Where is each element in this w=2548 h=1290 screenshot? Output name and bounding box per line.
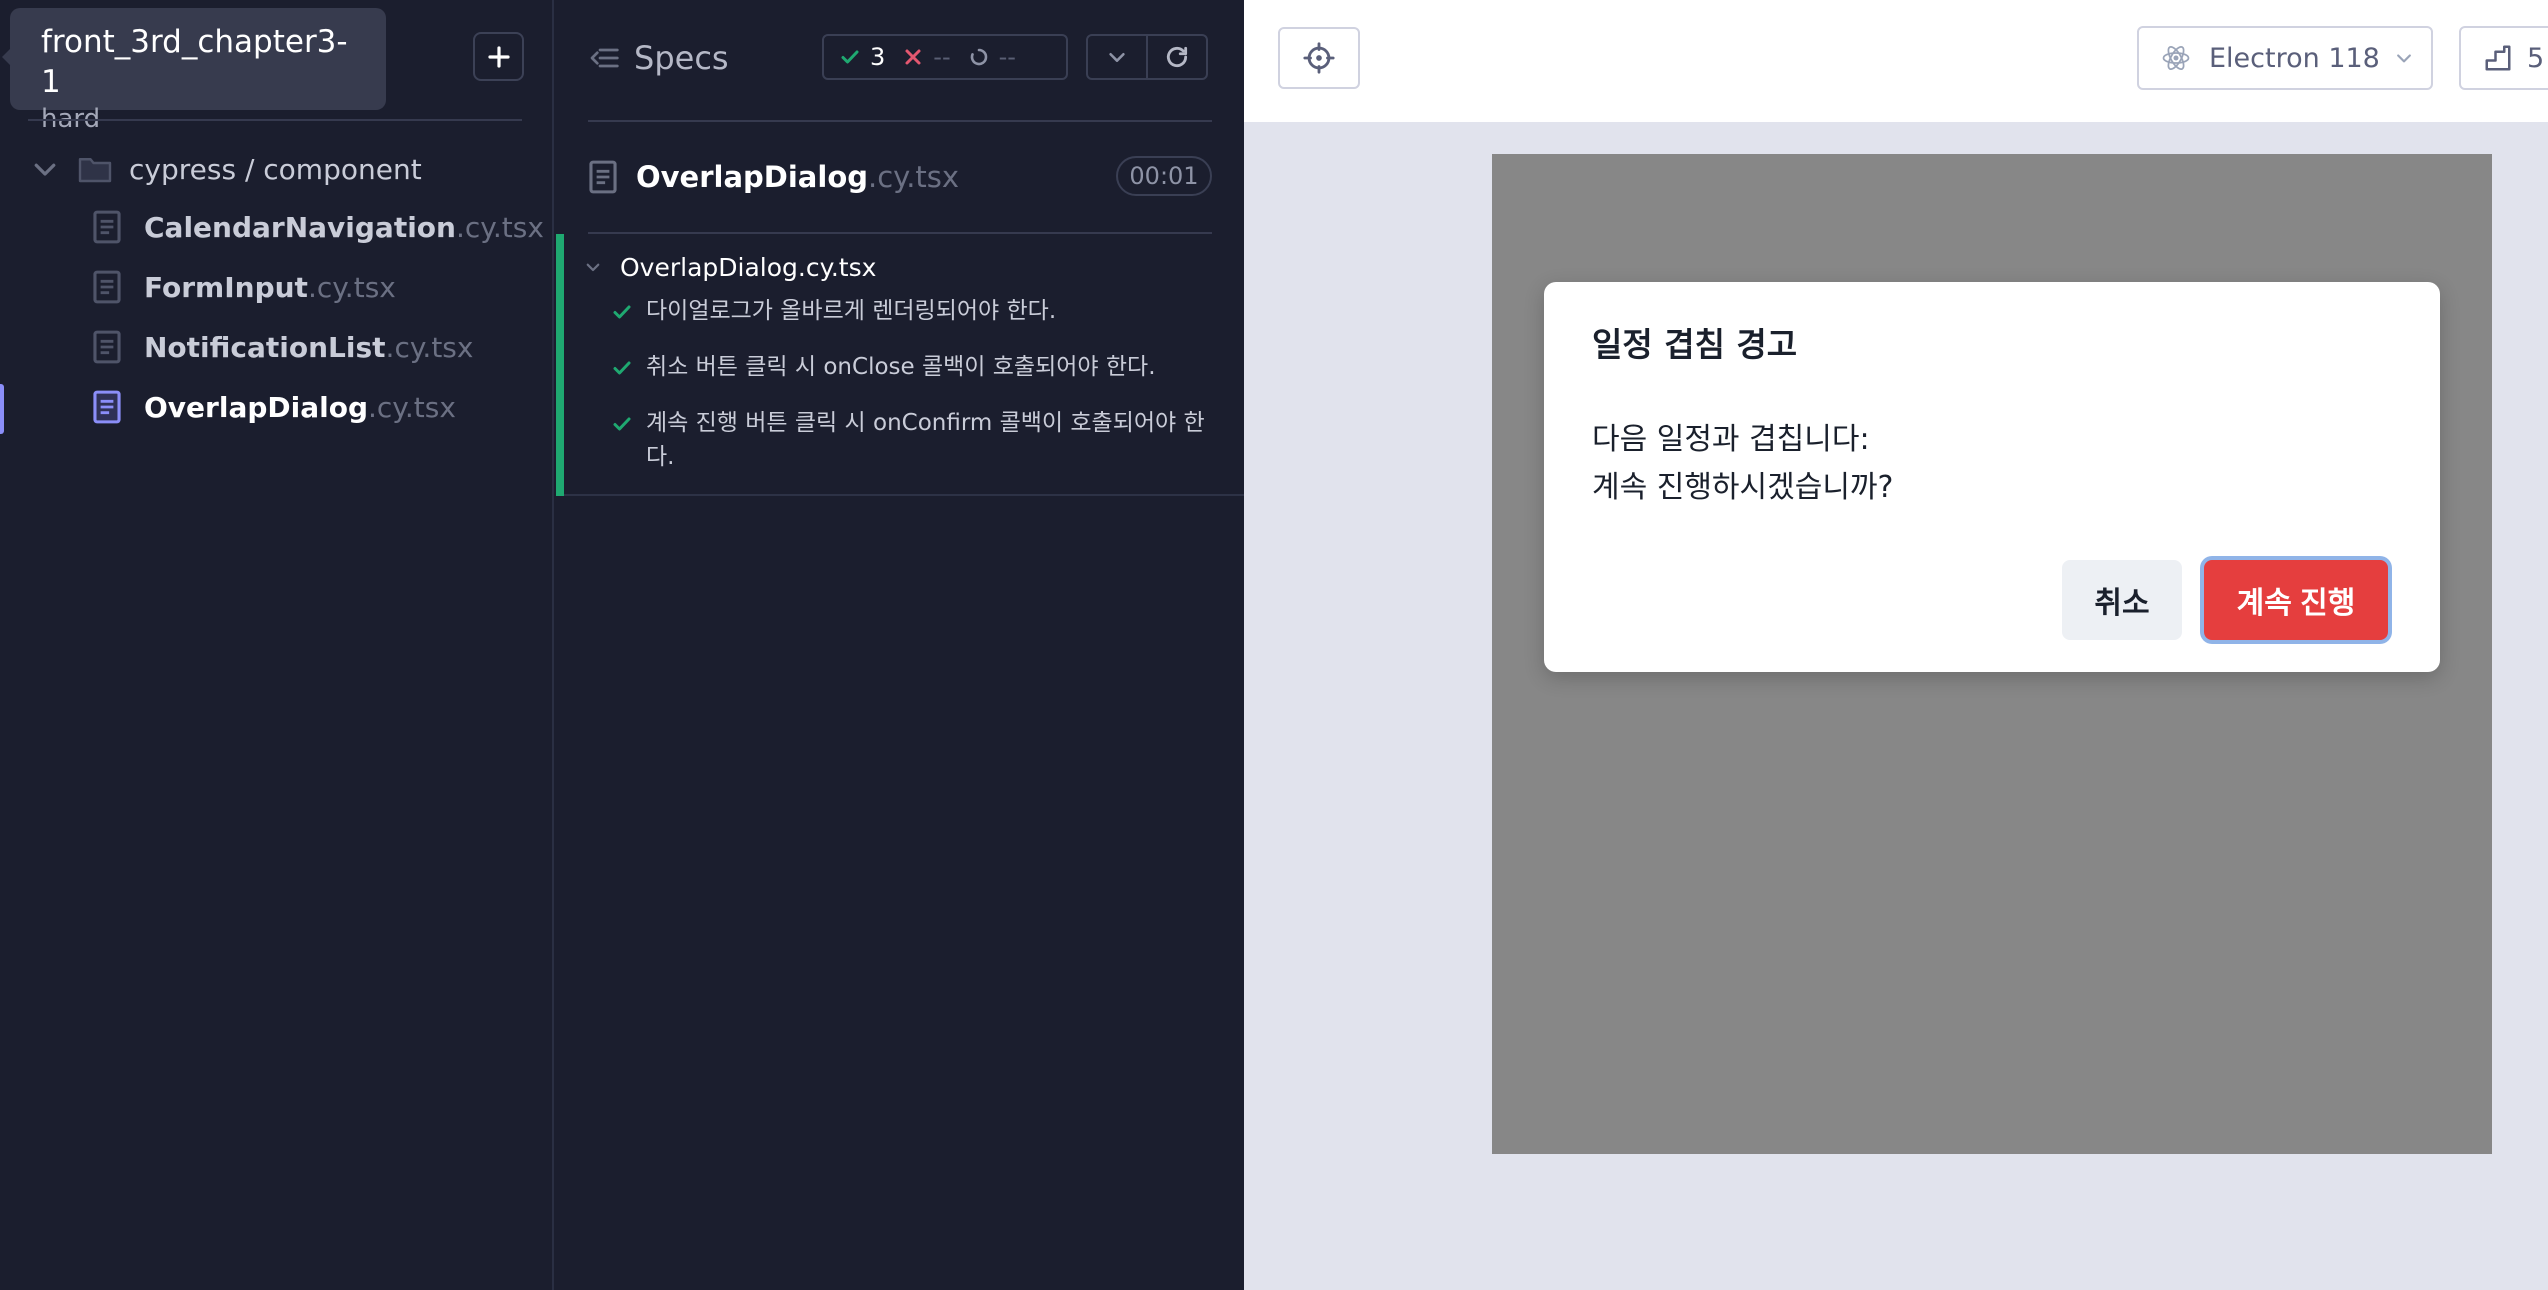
- reporter-title: Specs: [634, 39, 729, 77]
- ruler-icon: [2485, 45, 2511, 71]
- stat-failed: --: [903, 43, 951, 71]
- suite-title-row[interactable]: OverlapDialog.cy.tsx: [584, 248, 876, 286]
- test-item[interactable]: 취소 버튼 클릭 시 onClose 콜백이 호출되어야 한다.: [612, 350, 1206, 384]
- chevron-down-icon: [586, 263, 600, 272]
- app-under-test-panel: Electron 118 5 일정 겹침 경고 다음 일정과 겹칩니다: 계속 …: [1244, 0, 2548, 1290]
- electron-icon: [2162, 46, 2190, 70]
- spec-file-name: FormInput: [144, 270, 308, 304]
- pending-icon: [970, 48, 987, 66]
- pending-count: --: [998, 43, 1016, 71]
- spec-file-name: OverlapDialog: [144, 390, 368, 424]
- document-icon: [93, 210, 121, 244]
- reporter-panel: Specs 3 -- -- OverlapDialog.cy.tsx 00:01…: [556, 0, 1244, 1290]
- chevron-down-icon: [1109, 52, 1125, 62]
- running-spec: OverlapDialog.cy.tsx: [588, 154, 959, 200]
- check-icon: [613, 305, 631, 319]
- test-title: 취소 버튼 클릭 시 onClose 콜백이 호출되어야 한다.: [646, 354, 1156, 380]
- spec-file-item[interactable]: FormInput.cy.tsx: [92, 264, 396, 310]
- overlap-dialog: 일정 겹침 경고 다음 일정과 겹칩니다: 계속 진행하시겠습니까? 취소 계속…: [1544, 282, 2440, 672]
- duration-badge: 00:01: [1116, 156, 1212, 196]
- document-icon: [93, 390, 121, 424]
- selector-playground-button[interactable]: [1278, 27, 1360, 89]
- test-stats: 3 -- --: [822, 34, 1068, 80]
- dialog-line: 다음 일정과 겹칩니다:: [1592, 422, 1870, 457]
- stat-pending: --: [969, 43, 1016, 71]
- running-spec-name: OverlapDialog: [636, 160, 868, 194]
- spec-file-ext: .cy.tsx: [368, 390, 456, 424]
- x-icon: [905, 49, 921, 65]
- directory-row[interactable]: cypress / component: [30, 146, 422, 192]
- spec-file-name: CalendarNavigation: [144, 210, 456, 244]
- spec-file-ext: .cy.tsx: [455, 210, 544, 244]
- spec-list-panel: front_3rd_chapter3-1 hard cypress / comp…: [0, 0, 554, 1290]
- dialog-body: 다음 일정과 겹칩니다: 계속 진행하시겠습니까?: [1592, 416, 1893, 512]
- test-title: 계속 진행 버튼 클릭 시 onConfirm 콜백이 호출되어야 한다.: [646, 410, 1205, 470]
- divider: [588, 120, 1212, 122]
- cancel-button[interactable]: 취소: [2062, 560, 2182, 640]
- document-icon: [93, 270, 121, 304]
- refresh-icon: [1166, 46, 1188, 68]
- dialog-line: 계속 진행하시겠습니까?: [1592, 470, 1894, 505]
- running-spec-ext: .cy.tsx: [868, 160, 960, 194]
- divider: [28, 119, 522, 121]
- chevron-down-icon: [34, 163, 56, 176]
- divider: [564, 494, 1244, 496]
- spec-file-name: NotificationList: [144, 330, 386, 364]
- check-icon: [613, 361, 631, 375]
- plus-icon: [487, 45, 510, 68]
- passed-count: 3: [870, 43, 886, 71]
- directory-label: cypress / component: [129, 152, 422, 186]
- crosshair-icon: [1303, 42, 1335, 74]
- aut-iframe: 일정 겹침 경고 다음 일정과 겹칩니다: 계속 진행하시겠습니까? 취소 계속…: [1492, 154, 2492, 1154]
- document-icon: [589, 160, 617, 194]
- spec-file-ext: .cy.tsx: [385, 330, 474, 364]
- check-icon: [841, 50, 859, 64]
- chevron-down-icon: [2396, 54, 2411, 63]
- suite-status-bar: [556, 234, 564, 496]
- new-spec-button[interactable]: [473, 32, 524, 81]
- spec-file-item-active[interactable]: OverlapDialog.cy.tsx: [92, 384, 456, 430]
- suite-title: OverlapDialog.cy.tsx: [620, 252, 877, 282]
- test-title: 다이얼로그가 올바르게 렌더링되어야 한다.: [646, 298, 1057, 324]
- dialog-title: 일정 겹침 경고: [1592, 325, 1798, 364]
- folder-icon: [78, 158, 112, 183]
- rerun-button[interactable]: [1146, 34, 1208, 80]
- test-suite: OverlapDialog.cy.tsx 다이얼로그가 올바르게 렌더링되어야 …: [556, 234, 1244, 496]
- check-icon: [613, 417, 631, 431]
- test-item[interactable]: 계속 진행 버튼 클릭 시 onConfirm 콜백이 호출되어야 한다.: [612, 406, 1206, 474]
- confirm-button[interactable]: 계속 진행: [2204, 560, 2388, 640]
- viewport-label: 5: [2527, 42, 2545, 74]
- test-item[interactable]: 다이얼로그가 올바르게 렌더링되어야 한다.: [612, 294, 1206, 328]
- browser-label: Electron 118: [2209, 42, 2380, 74]
- viewport-info[interactable]: 5: [2459, 26, 2548, 90]
- specs-toggle[interactable]: Specs: [588, 32, 729, 84]
- project-name: front_3rd_chapter3-1: [41, 24, 348, 100]
- spec-file-item[interactable]: CalendarNavigation.cy.tsx: [92, 204, 544, 250]
- aut-toolbar: Electron 118 5: [1244, 0, 2548, 122]
- spec-file-ext: .cy.tsx: [307, 270, 396, 304]
- failed-count: --: [933, 43, 951, 71]
- stat-passed: 3: [840, 43, 885, 71]
- expand-all-button[interactable]: [1086, 34, 1148, 80]
- specs-icon: [590, 48, 619, 68]
- project-tooltip: front_3rd_chapter3-1 hard: [2, 8, 386, 134]
- browser-selector[interactable]: Electron 118: [2137, 26, 2433, 90]
- spec-file-item[interactable]: NotificationList.cy.tsx: [92, 324, 473, 370]
- active-spec-indicator: [0, 384, 4, 434]
- document-icon: [93, 330, 121, 364]
